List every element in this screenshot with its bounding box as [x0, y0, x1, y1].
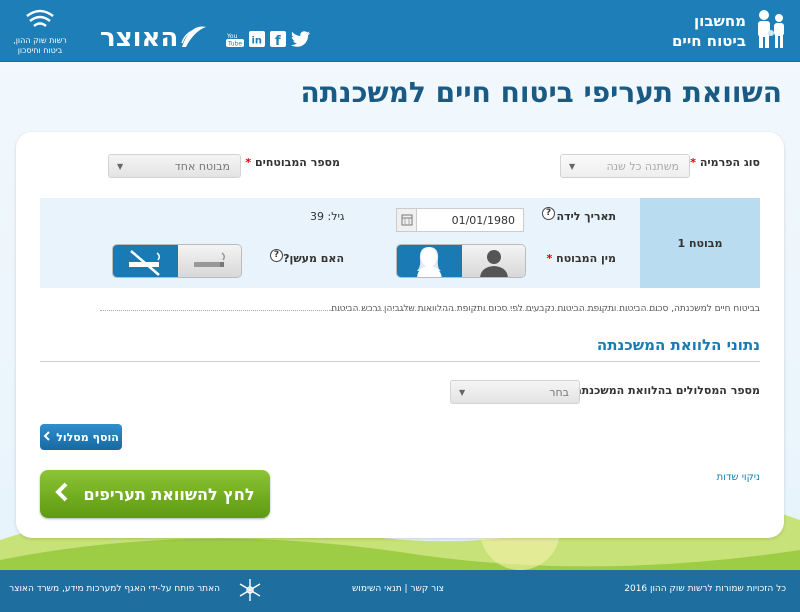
- ministry-logo[interactable]: האוצר: [100, 20, 210, 56]
- svg-text:f: f: [275, 34, 281, 47]
- social-links: You Tube in f: [226, 30, 311, 52]
- smoker-no-option[interactable]: [113, 245, 178, 277]
- svg-text:You: You: [226, 33, 238, 40]
- linkedin-icon[interactable]: in: [249, 31, 265, 51]
- male-icon: [480, 250, 508, 277]
- cigarette-icon: [194, 252, 226, 267]
- required-mark: *: [245, 156, 252, 169]
- insured-count-label-text: מספר המבוטחים: [254, 156, 340, 169]
- birth-date-input[interactable]: 01/01/1980: [396, 208, 524, 232]
- authority-wave-icon: [26, 9, 54, 28]
- insured-details-band: מבוטח 1 תאריך לידה * ? 01/01/1980 גיל: 3…: [40, 198, 760, 288]
- insured-tab-label: מבוטח 1: [677, 236, 723, 250]
- premium-type-select[interactable]: משתנה כל שנה ▼: [560, 154, 690, 178]
- facebook-icon[interactable]: f: [270, 31, 286, 51]
- insured-count-select[interactable]: מבוטח אחד ▼: [108, 154, 241, 178]
- snowflake-emblem-icon: [238, 577, 262, 606]
- ministry-logo-text: האוצר: [100, 23, 179, 53]
- smoker-label: האם מעשן? *: [274, 252, 344, 265]
- calculator-form-card: סוג הפרמיה * משתנה כל שנה ▼ מספר המבוטחי…: [16, 132, 784, 538]
- authority-logo[interactable]: רשות שוק ההון, ביטוח וחיסכון: [10, 8, 70, 56]
- calculator-title-line1: מחשבון: [694, 12, 746, 30]
- add-track-label: הוסף מסלול: [56, 430, 119, 444]
- age-display: גיל: 39: [310, 210, 344, 223]
- logo-swoosh-icon: [178, 21, 208, 55]
- required-mark: *: [546, 252, 553, 265]
- premium-type-value: משתנה כל שנה: [606, 160, 679, 173]
- help-icon[interactable]: ?: [270, 249, 283, 262]
- insured-tab[interactable]: מבוטח 1: [640, 198, 760, 288]
- compare-rates-label: לחץ להשוואת תעריפים: [83, 484, 255, 504]
- developer-credit: האתר פותח על-ידי האגף למערכות מידע, משרד…: [9, 584, 220, 594]
- gender-female-option[interactable]: [397, 245, 462, 277]
- calculator-title-line2: ביטוח חיים: [671, 32, 746, 50]
- age-value: 39: [310, 210, 324, 223]
- premium-type-label-text: סוג הפרמיה: [699, 156, 760, 169]
- required-mark: *: [690, 156, 696, 169]
- calculator-title-block[interactable]: מחשבון ביטוח חיים: [672, 6, 788, 56]
- age-label: גיל:: [327, 210, 345, 223]
- coverage-note: בביטוח חיים למשכנתה, סכום הביטוח ותקופת …: [328, 304, 760, 314]
- gender-label-text: מין המבוטח: [556, 252, 616, 265]
- compare-rates-button[interactable]: לחץ להשוואת תעריפים: [40, 470, 270, 518]
- gender-male-option[interactable]: [462, 245, 525, 277]
- tracks-label: מספר המסלולים בהלוואת המשכנתה *: [564, 384, 760, 397]
- insured-count-label: מספר המבוטחים *: [245, 156, 340, 169]
- loan-section-title: נתוני הלוואת המשכנתה: [596, 336, 760, 354]
- authority-logo-text: רשות שוק ההון, ביטוח וחיסכון: [13, 36, 67, 55]
- tracks-label-text: מספר המסלולים בהלוואת המשכנתה: [574, 384, 760, 397]
- top-header: מחשבון ביטוח חיים You Tube in f האוצר רשו…: [0, 0, 800, 62]
- family-icon: [754, 9, 788, 53]
- page-title: השוואת תעריפי ביטוח חיים למשכנתה: [300, 76, 782, 109]
- chevron-left-icon: [55, 482, 69, 506]
- female-icon: [417, 247, 442, 277]
- birth-date-value: 01/01/1980: [451, 214, 515, 227]
- smoker-yes-option[interactable]: [178, 245, 241, 277]
- insured-count-value: מבוטח אחד: [174, 160, 230, 173]
- gender-toggle[interactable]: [396, 244, 526, 278]
- twitter-icon[interactable]: [291, 31, 311, 51]
- birth-date-label: תאריך לידה *: [547, 210, 616, 223]
- dropdown-arrow-icon: ▼: [459, 388, 466, 397]
- no-smoking-icon: [129, 250, 161, 276]
- youtube-icon[interactable]: You Tube: [226, 30, 244, 52]
- tracks-select[interactable]: בחר ▼: [450, 380, 580, 404]
- dotted-divider: [100, 310, 660, 311]
- dropdown-arrow-icon: ▼: [117, 162, 124, 171]
- clear-fields-link[interactable]: ניקוי שדות: [717, 472, 760, 483]
- smoker-toggle[interactable]: [112, 244, 242, 278]
- footer: כל הזכויות שמורות לרשות שוק ההון 2016 צו…: [0, 570, 800, 612]
- section-divider: [40, 361, 760, 362]
- gender-label: מין המבוטח *: [547, 252, 616, 265]
- birth-date-label-text: תאריך לידה: [556, 210, 617, 223]
- premium-type-label: סוג הפרמיה *: [690, 156, 760, 169]
- smoker-label-text: האם מעשן?: [283, 252, 344, 265]
- tracks-value: בחר: [549, 386, 569, 399]
- copyright-text: כל הזכויות שמורות לרשות שוק ההון 2016: [624, 584, 786, 594]
- chevron-left-icon: [43, 430, 51, 444]
- help-icon[interactable]: ?: [542, 207, 555, 220]
- calculator-title: מחשבון ביטוח חיים: [672, 11, 746, 51]
- add-track-button[interactable]: הוסף מסלול: [40, 424, 122, 450]
- svg-text:Tube: Tube: [227, 41, 242, 48]
- footer-links[interactable]: צור קשר | תנאי השימוש: [352, 584, 444, 594]
- calendar-icon[interactable]: [397, 209, 417, 231]
- dropdown-arrow-icon: ▼: [569, 162, 576, 171]
- svg-text:in: in: [252, 36, 263, 47]
